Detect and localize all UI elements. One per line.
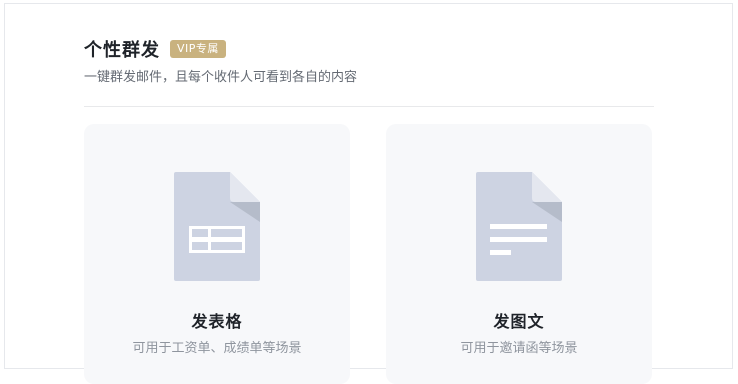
send-article-option[interactable]: 发图文 可用于邀请函等场景 [386,124,652,384]
vip-badge: VIP专属 [170,40,226,58]
text-doc-icon [476,172,562,281]
send-table-option[interactable]: 发表格 可用于工资单、成绩单等场景 [84,124,350,384]
card-title: 发表格 [191,312,243,331]
page-title: 个性群发 [84,40,160,61]
spreadsheet-doc-icon [174,172,260,281]
card-description: 可用于邀请函等场景 [460,341,578,356]
header: 个性群发 VIP专属 [84,36,226,62]
divider [84,106,654,107]
card-title: 发图文 [493,312,545,331]
card-description: 可用于工资单、成绩单等场景 [132,341,302,356]
page-subtitle: 一键群发邮件，且每个收件人可看到各自的内容 [84,70,358,85]
